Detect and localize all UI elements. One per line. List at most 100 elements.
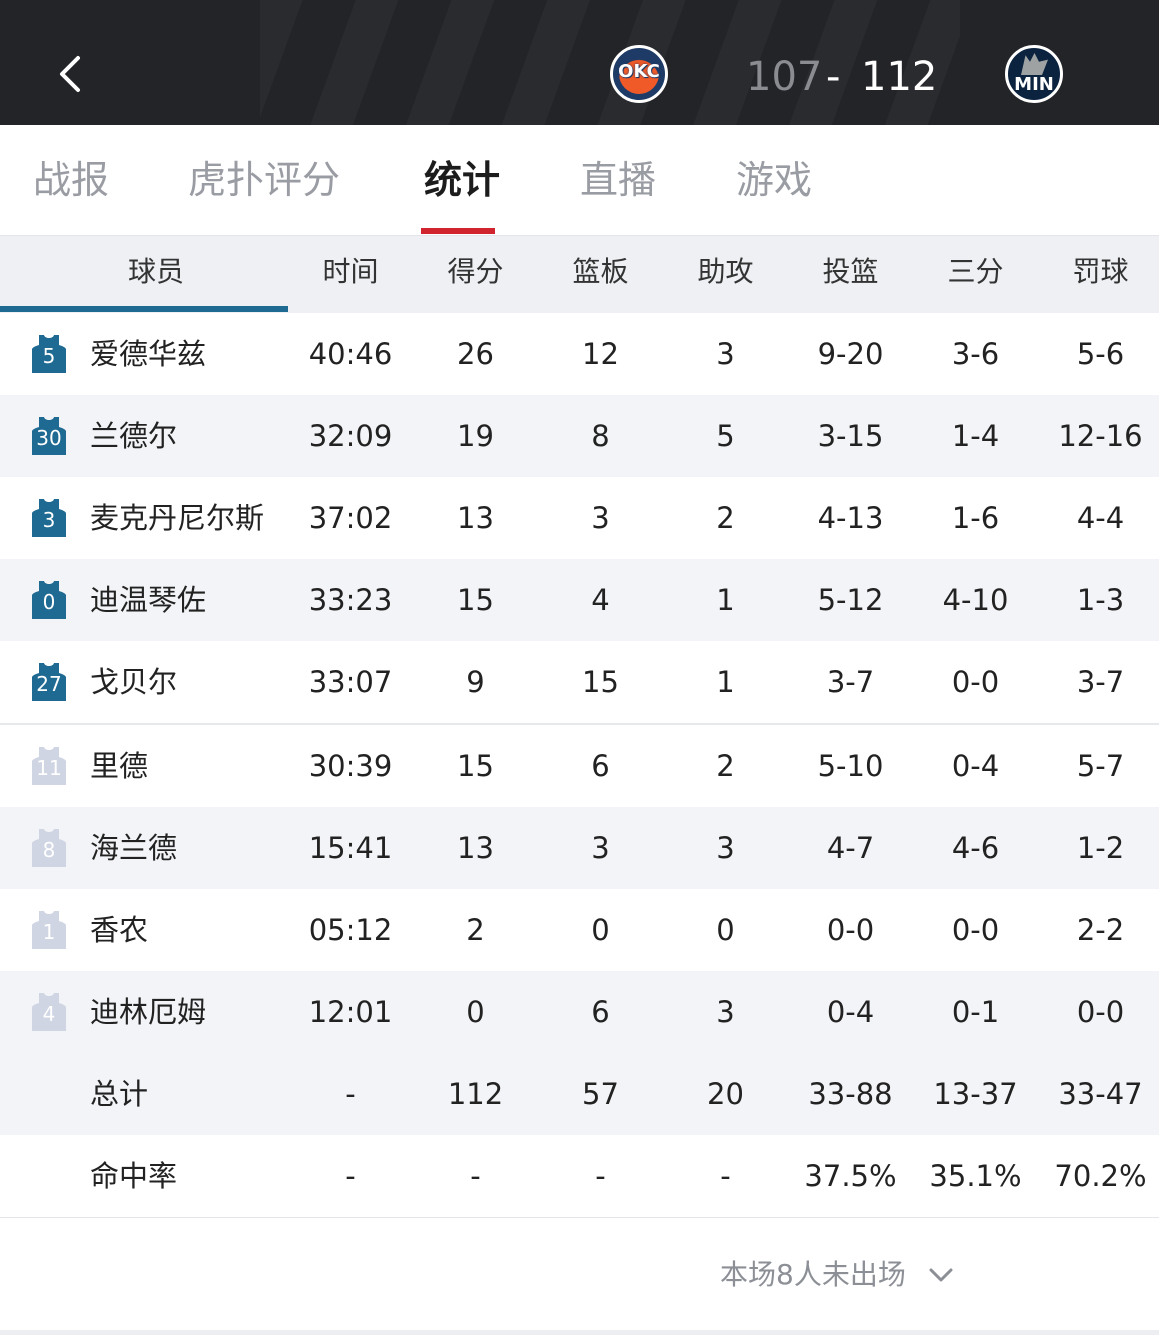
stat-free-throws: 5-6 xyxy=(1076,337,1125,371)
stat-rebounds: - xyxy=(595,1159,606,1193)
stat-three-pointers: 4-10 xyxy=(942,583,1009,617)
stat-three-pointers: 0-1 xyxy=(951,995,1000,1029)
player-name[interactable]: 香农 xyxy=(90,889,148,971)
header-rebounds[interactable]: 篮板 xyxy=(538,236,663,308)
stat-time: 37:02 xyxy=(308,501,393,535)
home-team-logo[interactable]: OKC xyxy=(610,45,668,103)
player-name[interactable]: 戈贝尔 xyxy=(90,641,177,723)
header-player[interactable]: 球员 xyxy=(0,236,312,308)
stat-time: 05:12 xyxy=(308,913,393,947)
stat-rebounds: 0 xyxy=(591,913,610,947)
player-name[interactable]: 海兰德 xyxy=(90,807,177,889)
stat-rebounds: 3 xyxy=(591,501,610,535)
tab-hupu-rating[interactable]: 虎扑评分 xyxy=(188,155,340,205)
tab-stats[interactable]: 统计 xyxy=(424,155,500,205)
jersey-icon: 8 xyxy=(31,828,67,868)
jersey-number: 4 xyxy=(42,1002,56,1026)
header-sort-indicator xyxy=(0,306,288,312)
tab-games[interactable]: 游戏 xyxy=(736,155,812,205)
back-button[interactable] xyxy=(44,44,100,104)
jersey-number: 1 xyxy=(42,920,56,944)
away-team-logo[interactable]: MIN xyxy=(1005,45,1063,103)
jersey-number: 30 xyxy=(36,426,62,450)
stat-free-throws: 1-2 xyxy=(1076,831,1125,865)
player-row[interactable]: 1 香农 05:12 2 0 0 0-0 0-0 2-2 xyxy=(0,889,1159,971)
stat-assists: 3 xyxy=(716,337,735,371)
player-row[interactable]: 11 里德 30:39 15 6 2 5-10 0-4 5-7 xyxy=(0,725,1159,807)
stat-points: 112 xyxy=(447,1077,504,1111)
header-background-pattern xyxy=(260,0,960,125)
stat-field-goals: 4-7 xyxy=(826,831,875,865)
table-bottom-divider xyxy=(0,1217,1159,1218)
stat-field-goals: 9-20 xyxy=(817,337,884,371)
stat-free-throws: 0-0 xyxy=(1076,995,1125,1029)
jersey-number: 3 xyxy=(42,508,56,532)
jersey-icon: 5 xyxy=(31,334,67,374)
stat-time: - xyxy=(345,1077,356,1111)
stat-rebounds: 15 xyxy=(582,665,619,699)
stat-points: 26 xyxy=(457,337,494,371)
stat-three-pointers: 3-6 xyxy=(951,337,1000,371)
stat-free-throws: 33-47 xyxy=(1058,1077,1143,1111)
stat-assists: 3 xyxy=(716,831,735,865)
stat-field-goals: 0-0 xyxy=(826,913,875,947)
stat-field-goals: 33-88 xyxy=(808,1077,893,1111)
stat-points: 0 xyxy=(466,995,485,1029)
stat-three-pointers: 0-0 xyxy=(951,665,1000,699)
stat-three-pointers: 1-6 xyxy=(951,501,1000,535)
stat-three-pointers: 4-6 xyxy=(951,831,1000,865)
stat-rebounds: 57 xyxy=(582,1077,619,1111)
player-row[interactable]: 4 迪林厄姆 12:01 0 6 3 0-4 0-1 0-0 xyxy=(0,971,1159,1053)
header-three-pointers[interactable]: 三分 xyxy=(913,236,1038,308)
stat-field-goals: 3-7 xyxy=(826,665,875,699)
chevron-down-icon xyxy=(929,1268,953,1282)
stat-points: 9 xyxy=(466,665,485,699)
home-score: 107 xyxy=(746,54,823,100)
jersey-icon: 4 xyxy=(31,992,67,1032)
player-name[interactable]: 迪林厄姆 xyxy=(90,971,206,1053)
tab-report[interactable]: 战报 xyxy=(33,155,109,205)
stat-points: 13 xyxy=(457,831,494,865)
tab-bar: 战报 虎扑评分 统计 直播 游戏 xyxy=(0,125,1159,235)
header-assists[interactable]: 助攻 xyxy=(663,236,788,308)
stat-rebounds: 4 xyxy=(591,583,610,617)
chevron-left-icon xyxy=(60,56,80,92)
dnp-toggle[interactable]: 本场8人未出场 xyxy=(720,1252,953,1298)
stat-rebounds: 6 xyxy=(591,995,610,1029)
header-time[interactable]: 时间 xyxy=(288,236,413,308)
player-name[interactable]: 麦克丹尼尔斯 xyxy=(90,477,264,559)
stat-three-pointers: 1-4 xyxy=(951,419,1000,453)
stat-assists: 1 xyxy=(716,583,735,617)
tab-live[interactable]: 直播 xyxy=(580,155,656,205)
player-row[interactable]: 30 兰德尔 32:09 19 8 5 3-15 1-4 12-16 xyxy=(0,395,1159,477)
player-row[interactable]: 8 海兰德 15:41 13 3 3 4-7 4-6 1-2 xyxy=(0,807,1159,889)
jersey-icon: 27 xyxy=(31,662,67,702)
header-free-throws[interactable]: 罚球 xyxy=(1038,236,1159,308)
stat-free-throws: 2-2 xyxy=(1076,913,1125,947)
player-name[interactable]: 兰德尔 xyxy=(90,395,177,477)
jersey-number: 27 xyxy=(36,672,62,696)
header-points[interactable]: 得分 xyxy=(413,236,538,308)
stat-field-goals: 0-4 xyxy=(826,995,875,1029)
player-row[interactable]: 27 戈贝尔 33:07 9 15 1 3-7 0-0 3-7 xyxy=(0,641,1159,723)
header-field-goals[interactable]: 投篮 xyxy=(788,236,913,308)
player-row[interactable]: 5 爱德华兹 40:46 26 12 3 9-20 3-6 5-6 xyxy=(0,313,1159,395)
stat-field-goals: 37.5% xyxy=(804,1159,897,1193)
player-row[interactable]: 0 迪温琴佐 33:23 15 4 1 5-12 4-10 1-3 xyxy=(0,559,1159,641)
stat-rebounds: 6 xyxy=(591,749,610,783)
stat-points: 2 xyxy=(466,913,485,947)
player-name[interactable]: 里德 xyxy=(90,725,148,807)
stat-points: 15 xyxy=(457,749,494,783)
player-name[interactable]: 爱德华兹 xyxy=(90,313,206,395)
stat-assists: 20 xyxy=(707,1077,744,1111)
stat-points: 19 xyxy=(457,419,494,453)
stat-free-throws: 4-4 xyxy=(1076,501,1125,535)
stat-time: 30:39 xyxy=(308,749,393,783)
jersey-icon: 3 xyxy=(31,498,67,538)
player-name[interactable]: 迪温琴佐 xyxy=(90,559,206,641)
percentage-row: 命中率 - - - - 37.5% 35.1% 70.2% xyxy=(0,1135,1159,1217)
totals-row: 总计 - 112 57 20 33-88 13-37 33-47 xyxy=(0,1053,1159,1135)
stat-time: 33:07 xyxy=(308,665,393,699)
home-team-abbr: OKC xyxy=(618,61,660,82)
player-row[interactable]: 3 麦克丹尼尔斯 37:02 13 3 2 4-13 1-6 4-4 xyxy=(0,477,1159,559)
